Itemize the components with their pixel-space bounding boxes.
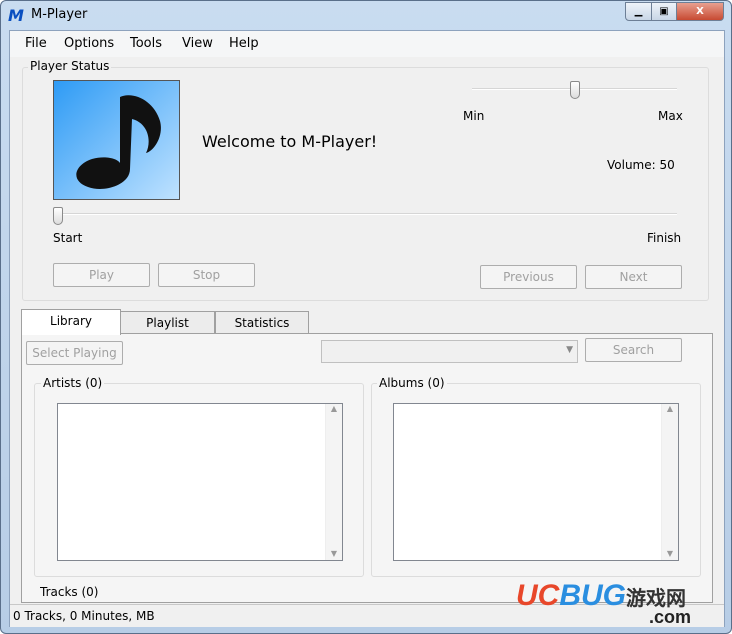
- previous-button[interactable]: Previous: [480, 265, 577, 289]
- menu-bar: File Options Tools View Help: [10, 31, 724, 57]
- start-label: Start: [53, 231, 83, 245]
- artists-label: Artists (0): [41, 376, 105, 390]
- client-area: File Options Tools View Help Player Stat…: [9, 30, 725, 627]
- library-dropdown[interactable]: ▼: [321, 340, 578, 363]
- window-title: M-Player: [31, 7, 88, 22]
- menu-help[interactable]: Help: [229, 36, 259, 51]
- position-track: [53, 213, 677, 215]
- albums-label: Albums (0): [377, 376, 447, 390]
- music-note-icon: [76, 95, 161, 189]
- finish-label: Finish: [647, 231, 682, 245]
- m-logo-icon: M: [8, 6, 24, 25]
- maximize-button[interactable]: ▣: [651, 2, 677, 21]
- chevron-down-icon: ▼: [566, 345, 573, 355]
- tab-playlist[interactable]: Playlist: [120, 311, 215, 333]
- welcome-text: Welcome to M-Player!: [202, 132, 378, 151]
- player-status-label: Player Status: [28, 59, 112, 73]
- albums-list[interactable]: ▲ ▼: [393, 403, 679, 561]
- volume-value: Volume: 50: [607, 158, 675, 172]
- scrollbar[interactable]: ▲ ▼: [325, 404, 342, 560]
- app-window: M M-Player ▁ ▣ X File Options Tools View…: [0, 0, 732, 634]
- tracks-label: Tracks (0): [40, 585, 99, 599]
- menu-file[interactable]: File: [25, 36, 47, 51]
- artists-list[interactable]: ▲ ▼: [57, 403, 343, 561]
- search-button[interactable]: Search: [585, 338, 682, 362]
- album-art: [53, 80, 180, 200]
- position-slider-thumb[interactable]: [53, 207, 63, 225]
- tab-statistics[interactable]: Statistics: [215, 311, 309, 333]
- next-button[interactable]: Next: [585, 265, 682, 289]
- close-button[interactable]: X: [676, 2, 724, 21]
- volume-min-label: Min: [463, 109, 485, 123]
- ucbug-watermark: UCBUG游戏网 .com: [516, 579, 692, 627]
- scrollbar[interactable]: ▲ ▼: [661, 404, 678, 560]
- minimize-button[interactable]: ▁: [625, 2, 652, 21]
- menu-options[interactable]: Options: [64, 36, 114, 51]
- play-button[interactable]: Play: [53, 263, 150, 287]
- menu-view[interactable]: View: [182, 36, 213, 51]
- menu-tools[interactable]: Tools: [130, 36, 162, 51]
- tab-library[interactable]: Library: [21, 309, 121, 335]
- volume-slider-thumb[interactable]: [569, 81, 580, 99]
- volume-max-label: Max: [658, 109, 683, 123]
- stop-button[interactable]: Stop: [158, 263, 255, 287]
- select-playing-button[interactable]: Select Playing: [26, 341, 123, 365]
